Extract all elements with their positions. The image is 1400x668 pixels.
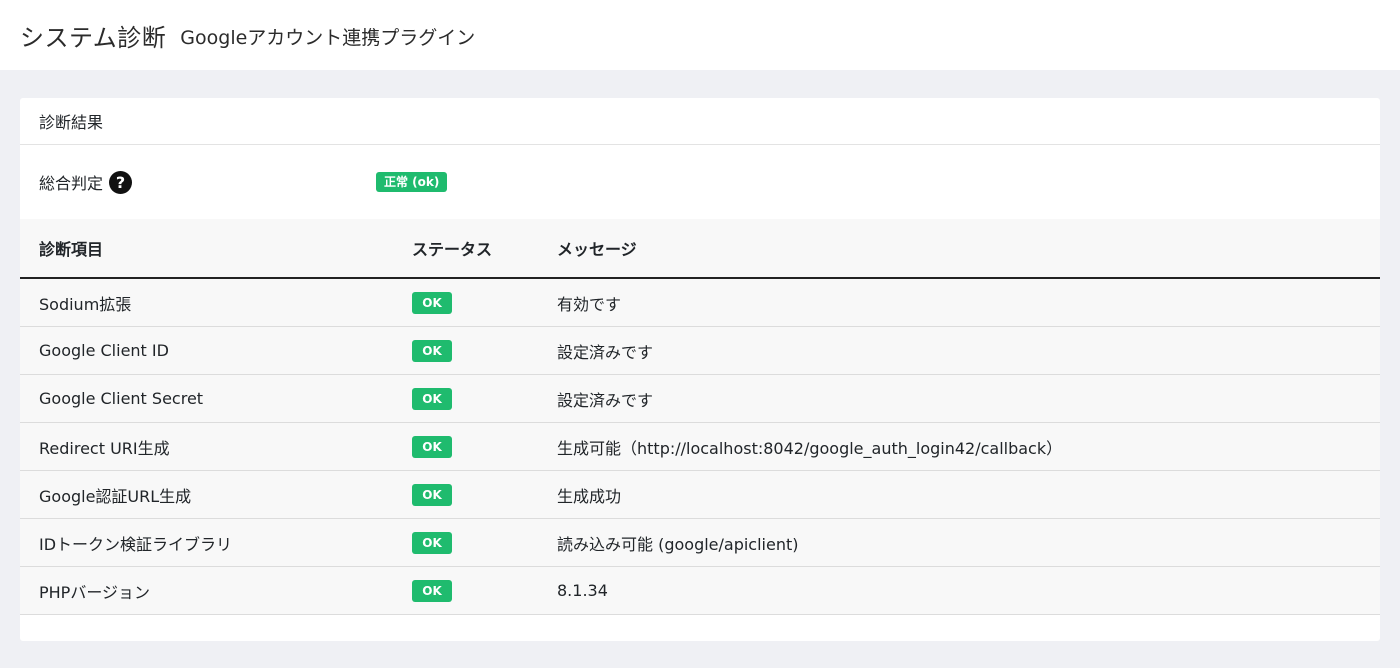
- status-cell: OK: [394, 422, 557, 471]
- overall-status-badge: 正常 (ok): [376, 172, 448, 192]
- item-name: Google Client Secret: [20, 374, 394, 423]
- item-name: PHPバージョン: [20, 566, 394, 615]
- item-name: Sodium拡張: [20, 278, 394, 327]
- overall-result-row: 総合判定 ? 正常 (ok): [20, 145, 1380, 219]
- message-cell: 生成成功: [557, 470, 1380, 519]
- overall-label-group: 総合判定 ?: [39, 170, 133, 194]
- item-name: Redirect URI生成: [20, 422, 394, 471]
- help-icon[interactable]: ?: [109, 170, 133, 194]
- message-cell: 設定済みです: [557, 374, 1380, 423]
- status-cell: OK: [394, 278, 557, 327]
- message-cell: 有効です: [557, 278, 1380, 327]
- diagnosis-card: 診断結果 総合判定 ? 正常 (ok) 診断項目 ステータス メッセージ Sod…: [20, 98, 1380, 641]
- table-header-row: 診断項目 ステータス メッセージ: [20, 219, 1380, 279]
- status-badge: OK: [412, 339, 452, 362]
- table-row: Redirect URI生成 OK 生成可能（http://localhost:80…: [20, 422, 1380, 471]
- column-header-item: 診断項目: [20, 219, 394, 279]
- table-row: IDトークン検証ライブラリ OK 読み込み可能 (google/apiclient): [20, 518, 1380, 567]
- status-badge: OK: [412, 387, 452, 410]
- diagnosis-table: 診断項目 ステータス メッセージ Sodium拡張 OK 有効です Google Cl…: [20, 219, 1380, 615]
- status-badge: OK: [412, 483, 452, 506]
- table-row: Google Client ID OK 設定済みです: [20, 326, 1380, 375]
- table-row: Google Client Secret OK 設定済みです: [20, 374, 1380, 423]
- page-title: システム診断: [20, 23, 167, 52]
- status-cell: OK: [394, 374, 557, 423]
- column-header-status: ステータス: [394, 219, 557, 279]
- card-title: 診断結果: [20, 98, 1380, 145]
- message-cell: 8.1.34: [557, 566, 1380, 615]
- table-row: PHPバージョン OK 8.1.34: [20, 566, 1380, 615]
- table-row: Google認証URL生成 OK 生成成功: [20, 470, 1380, 519]
- status-cell: OK: [394, 518, 557, 567]
- message-cell: 読み込み可能 (google/apiclient): [557, 518, 1380, 567]
- item-name: Google Client ID: [20, 326, 394, 375]
- table-row: Sodium拡張 OK 有効です: [20, 278, 1380, 327]
- message-cell: 生成可能（http://localhost:8042/google_auth_l…: [557, 422, 1380, 471]
- status-cell: OK: [394, 470, 557, 519]
- overall-label: 総合判定: [39, 174, 104, 193]
- status-badge: OK: [412, 435, 452, 458]
- status-cell: OK: [394, 566, 557, 615]
- status-cell: OK: [394, 326, 557, 375]
- item-name: IDトークン検証ライブラリ: [20, 518, 394, 567]
- column-header-message: メッセージ: [557, 219, 1380, 279]
- page-header: システム診断 Googleアカウント連携プラグイン: [0, 0, 1400, 70]
- status-badge: OK: [412, 579, 452, 602]
- message-cell: 設定済みです: [557, 326, 1380, 375]
- status-badge: OK: [412, 291, 452, 314]
- status-badge: OK: [412, 531, 452, 554]
- item-name: Google認証URL生成: [20, 470, 394, 519]
- page-subtitle: Googleアカウント連携プラグイン: [180, 27, 476, 49]
